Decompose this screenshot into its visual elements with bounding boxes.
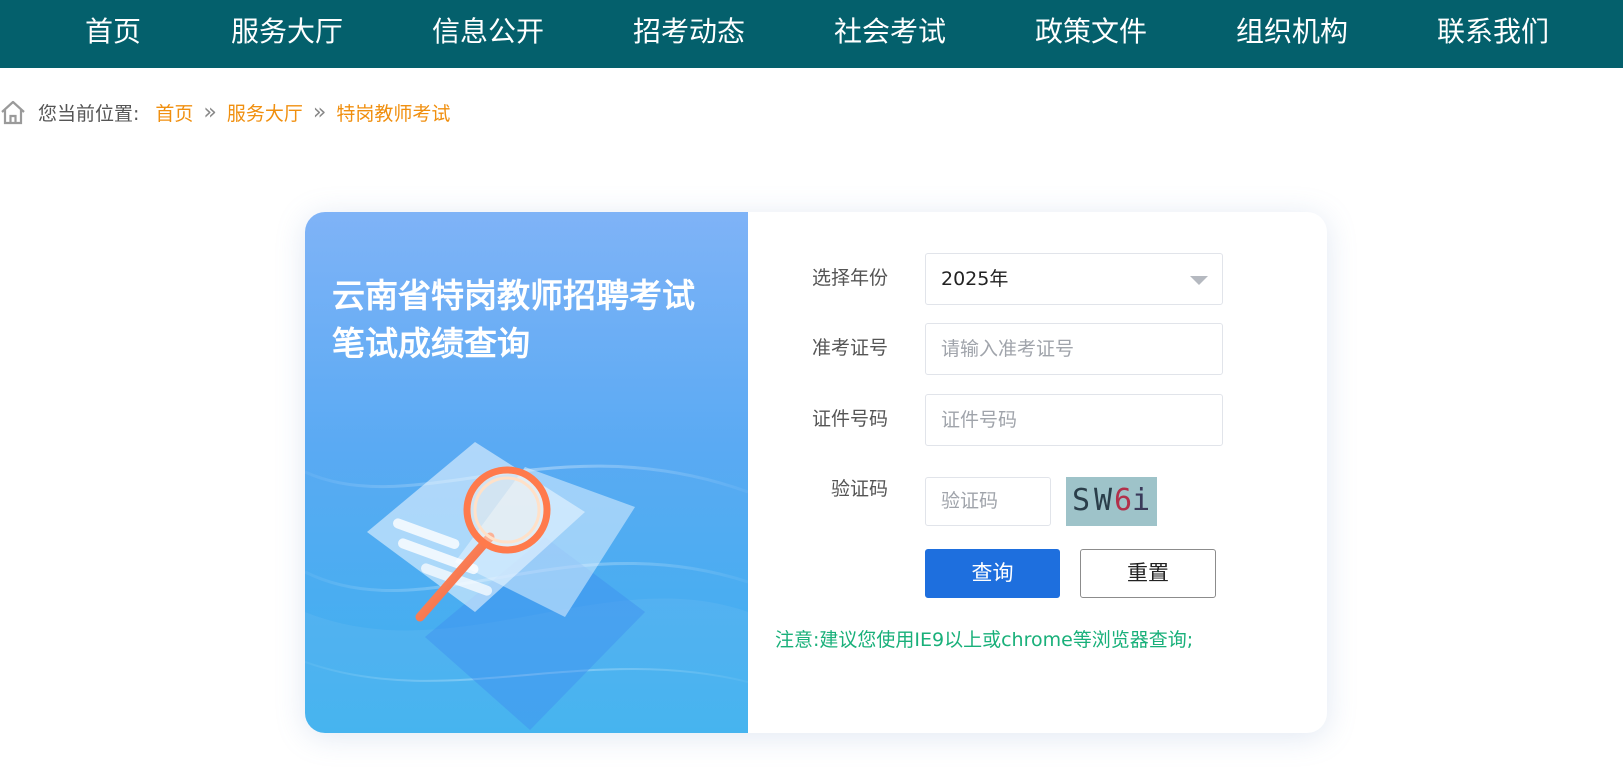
ticket-number-label: 准考证号 (811, 337, 888, 359)
nav-item-home[interactable]: 首页 (85, 0, 141, 64)
query-button[interactable]: 查询 (925, 549, 1060, 598)
score-query-card: 云南省特岗教师招聘考试 笔试成绩查询 选择年份 2025年 准考证号 请输入准考… (305, 212, 1327, 733)
nav-item-social-exams[interactable]: 社会考试 (834, 0, 946, 64)
banner-title: 云南省特岗教师招聘考试 笔试成绩查询 (332, 272, 742, 368)
captcha-char: S (1072, 483, 1091, 518)
nav-item-recruitment-news[interactable]: 招考动态 (633, 0, 745, 64)
top-navigation: 首页 服务大厅 信息公开 招考动态 社会考试 政策文件 组织机构 联系我们 (0, 0, 1623, 68)
captcha-char: i (1132, 483, 1151, 518)
id-number-input[interactable]: 证件号码 (925, 394, 1223, 446)
nav-item-service-hall[interactable]: 服务大厅 (231, 0, 343, 64)
nav-item-contact-us[interactable]: 联系我们 (1437, 0, 1549, 64)
year-select-value: 2025年 (941, 268, 1009, 290)
ticket-number-placeholder: 请输入准考证号 (941, 338, 1075, 360)
magnifier-illustration (305, 442, 748, 733)
id-number-label: 证件号码 (811, 408, 888, 430)
breadcrumb-current: 特岗教师考试 (336, 102, 451, 125)
browser-notice: 注意:建议您使用IE9以上或chrome等浏览器查询; (775, 629, 1194, 651)
captcha-input[interactable]: 验证码 (925, 477, 1051, 526)
captcha-placeholder: 验证码 (941, 490, 999, 512)
captcha-label: 验证码 (830, 478, 888, 500)
ticket-number-input[interactable]: 请输入准考证号 (925, 323, 1223, 375)
captcha-char: W (1094, 483, 1113, 518)
breadcrumb: 您当前位置: 首页 » 服务大厅 » 特岗教师考试 (0, 94, 450, 130)
nav-item-policy-documents[interactable]: 政策文件 (1035, 0, 1147, 64)
home-icon (1, 100, 25, 125)
captcha-char: 6 (1114, 483, 1133, 518)
breadcrumb-separator: » (203, 99, 217, 125)
year-label: 选择年份 (811, 267, 888, 289)
breadcrumb-prefix: 您当前位置: (38, 102, 140, 125)
breadcrumb-separator: » (312, 99, 327, 125)
banner-title-line-2: 笔试成绩查询 (332, 324, 530, 363)
banner-panel: 云南省特岗教师招聘考试 笔试成绩查询 (305, 212, 748, 733)
id-number-placeholder: 证件号码 (941, 409, 1018, 431)
breadcrumb-link-service-hall[interactable]: 服务大厅 (227, 99, 303, 126)
captcha-image[interactable]: S W 6 i (1066, 477, 1157, 526)
nav-item-info-disclosure[interactable]: 信息公开 (432, 0, 544, 64)
nav-item-organization[interactable]: 组织机构 (1236, 0, 1348, 64)
year-select[interactable]: 2025年 (925, 253, 1223, 305)
breadcrumb-link-home[interactable]: 首页 (155, 99, 193, 126)
reset-button[interactable]: 重置 (1080, 549, 1216, 598)
banner-title-line-1: 云南省特岗教师招聘考试 (332, 276, 695, 315)
chevron-down-icon (1190, 276, 1208, 285)
